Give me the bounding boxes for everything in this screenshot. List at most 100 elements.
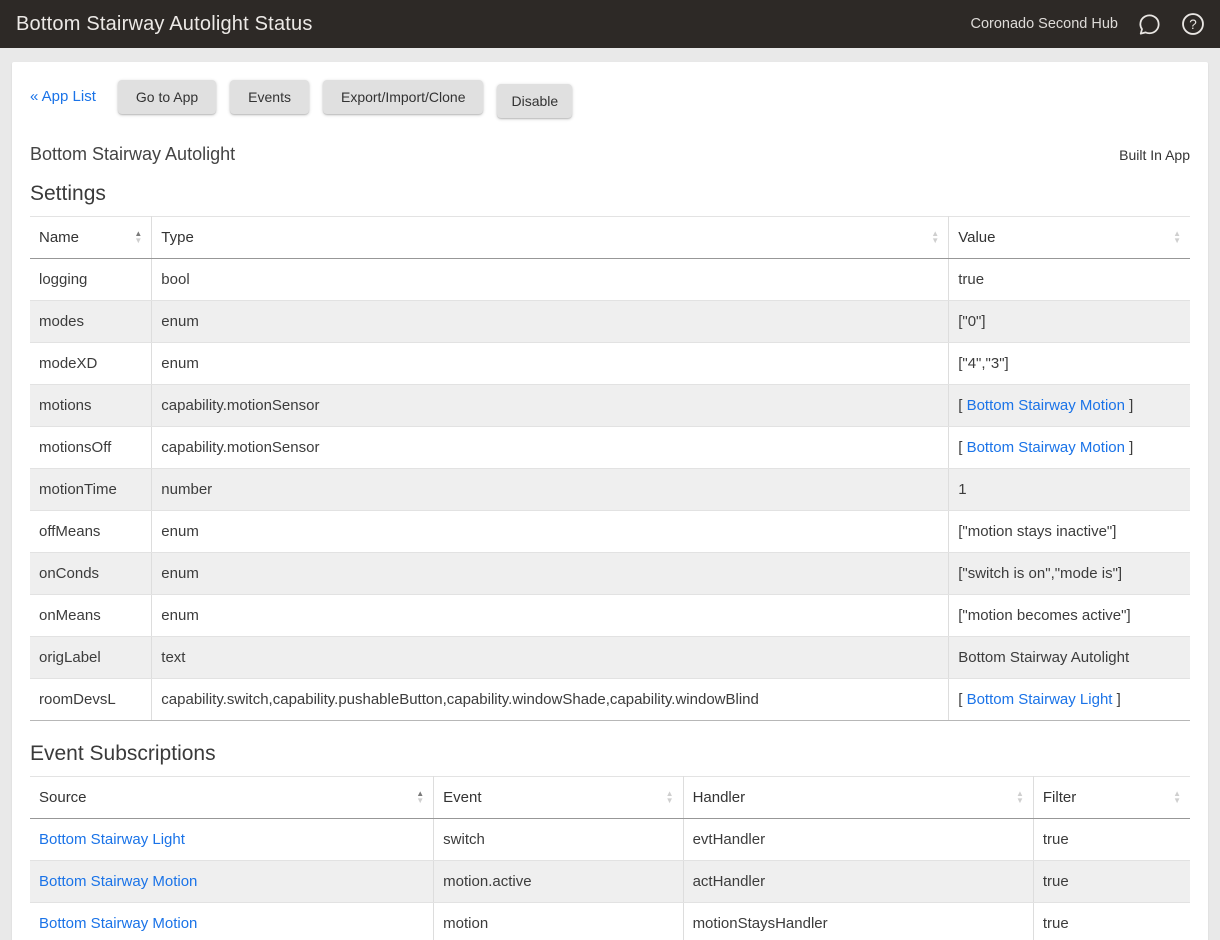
device-link[interactable]: Bottom Stairway Light	[967, 691, 1113, 708]
settings-row: roomDevsLcapability.switch,capability.pu…	[30, 679, 1190, 721]
settings-row: origLabeltextBottom Stairway Autolight	[30, 637, 1190, 679]
setting-value: [ Bottom Stairway Motion ]	[949, 427, 1190, 469]
settings-row: onCondsenum["switch is on","mode is"]	[30, 553, 1190, 595]
help-icon[interactable]: ?	[1180, 11, 1206, 37]
setting-name: motionTime	[30, 469, 152, 511]
sort-icon: ▲▼	[1173, 791, 1181, 804]
chat-icon[interactable]	[1136, 11, 1162, 37]
setting-type: text	[152, 637, 949, 679]
setting-type: enum	[152, 553, 949, 595]
setting-type: enum	[152, 595, 949, 637]
setting-name: roomDevsL	[30, 679, 152, 721]
settings-col-type[interactable]: Type ▲▼	[152, 217, 949, 259]
setting-type: bool	[152, 259, 949, 301]
settings-header-row: Name ▲▼ Type ▲▼ Value ▲▼	[30, 217, 1190, 259]
setting-value: ["motion stays inactive"]	[949, 511, 1190, 553]
event-handler: motionStaysHandler	[683, 903, 1033, 940]
event-filter: true	[1033, 861, 1190, 903]
event-source: Bottom Stairway Light	[30, 819, 434, 861]
content-card: « App List Go to App Events Export/Impor…	[12, 62, 1208, 940]
setting-value: ["motion becomes active"]	[949, 595, 1190, 637]
page-title: Bottom Stairway Autolight Status	[16, 13, 313, 36]
settings-col-name[interactable]: Name ▲▼	[30, 217, 152, 259]
event-subscriptions-heading: Event Subscriptions	[30, 742, 1190, 766]
events-table-body: Bottom Stairway LightswitchevtHandlertru…	[30, 819, 1190, 940]
event-row: Bottom Stairway Motion motionmotionStaysH…	[30, 903, 1190, 940]
settings-row: motionsOffcapability.motionSensor[ Botto…	[30, 427, 1190, 469]
setting-value: Bottom Stairway Autolight	[949, 637, 1190, 679]
toolbar: « App List Go to App Events Export/Impor…	[30, 75, 1190, 118]
setting-type: enum	[152, 301, 949, 343]
sort-icon: ▲▼	[931, 231, 939, 244]
settings-row: modeXDenum["4","3"]	[30, 343, 1190, 385]
setting-name: modeXD	[30, 343, 152, 385]
event-handler: actHandler	[683, 861, 1033, 903]
setting-name: origLabel	[30, 637, 152, 679]
event-name: motion	[434, 903, 683, 940]
setting-value: true	[949, 259, 1190, 301]
app-title-row: Bottom Stairway Autolight Built In App	[30, 144, 1190, 165]
setting-type: enum	[152, 511, 949, 553]
events-col-filter[interactable]: Filter ▲▼	[1033, 777, 1190, 819]
column-label: Value	[958, 229, 995, 246]
device-link[interactable]: Bottom Stairway Motion	[967, 397, 1125, 414]
settings-table-body: loggingbooltruemodesenum["0"]modeXDenum[…	[30, 259, 1190, 721]
setting-type: enum	[152, 343, 949, 385]
events-col-handler[interactable]: Handler ▲▼	[683, 777, 1033, 819]
event-row: Bottom Stairway Motion motion.activeactHa…	[30, 861, 1190, 903]
column-label: Name	[39, 229, 79, 246]
column-label: Source	[39, 789, 87, 806]
setting-value: 1	[949, 469, 1190, 511]
column-label: Event	[443, 789, 481, 806]
device-link[interactable]: Bottom Stairway Motion	[39, 873, 197, 890]
sort-icon: ▲▼	[666, 791, 674, 804]
event-filter: true	[1033, 903, 1190, 940]
header-right-group: Coronado Second Hub ?	[970, 11, 1206, 37]
event-source: Bottom Stairway Motion	[30, 861, 434, 903]
event-row: Bottom Stairway LightswitchevtHandlertru…	[30, 819, 1190, 861]
setting-value: ["4","3"]	[949, 343, 1190, 385]
sort-icon: ▲▼	[1173, 231, 1181, 244]
column-label: Handler	[693, 789, 746, 806]
events-col-source[interactable]: Source ▲▼	[30, 777, 434, 819]
setting-type: capability.motionSensor	[152, 427, 949, 469]
setting-value: [ Bottom Stairway Motion ]	[949, 385, 1190, 427]
setting-type: number	[152, 469, 949, 511]
event-filter: true	[1033, 819, 1190, 861]
settings-row: loggingbooltrue	[30, 259, 1190, 301]
setting-value: ["switch is on","mode is"]	[949, 553, 1190, 595]
setting-type: capability.switch,capability.pushableBut…	[152, 679, 949, 721]
event-name: motion.active	[434, 861, 683, 903]
built-in-app-badge: Built In App	[1119, 147, 1190, 163]
export-import-clone-button[interactable]: Export/Import/Clone	[323, 80, 484, 114]
setting-name: motions	[30, 385, 152, 427]
settings-col-value[interactable]: Value ▲▼	[949, 217, 1190, 259]
events-table: Source ▲▼ Event ▲▼ Handler ▲▼ Filter ▲▼ …	[30, 776, 1190, 940]
settings-row: offMeansenum["motion stays inactive"]	[30, 511, 1190, 553]
event-handler: evtHandler	[683, 819, 1033, 861]
setting-value: ["0"]	[949, 301, 1190, 343]
device-link[interactable]: Bottom Stairway Light	[39, 831, 185, 848]
device-link[interactable]: Bottom Stairway Motion	[967, 439, 1125, 456]
column-label: Filter	[1043, 789, 1076, 806]
disable-button[interactable]: Disable	[497, 84, 572, 118]
app-list-link[interactable]: « App List	[30, 88, 96, 105]
hub-name: Coronado Second Hub	[970, 16, 1118, 32]
svg-text:?: ?	[1189, 17, 1197, 32]
events-col-event[interactable]: Event ▲▼	[434, 777, 683, 819]
sort-icon: ▲▼	[416, 791, 424, 804]
setting-name: motionsOff	[30, 427, 152, 469]
device-link[interactable]: Bottom Stairway Motion	[39, 915, 197, 932]
event-source: Bottom Stairway Motion	[30, 903, 434, 940]
setting-name: logging	[30, 259, 152, 301]
settings-row: motionscapability.motionSensor[ Bottom S…	[30, 385, 1190, 427]
setting-name: offMeans	[30, 511, 152, 553]
settings-row: onMeansenum["motion becomes active"]	[30, 595, 1190, 637]
go-to-app-button[interactable]: Go to App	[118, 80, 216, 114]
setting-name: modes	[30, 301, 152, 343]
events-button[interactable]: Events	[230, 80, 309, 114]
setting-value: [ Bottom Stairway Light ]	[949, 679, 1190, 721]
setting-name: onConds	[30, 553, 152, 595]
settings-heading: Settings	[30, 182, 1190, 206]
setting-name: onMeans	[30, 595, 152, 637]
